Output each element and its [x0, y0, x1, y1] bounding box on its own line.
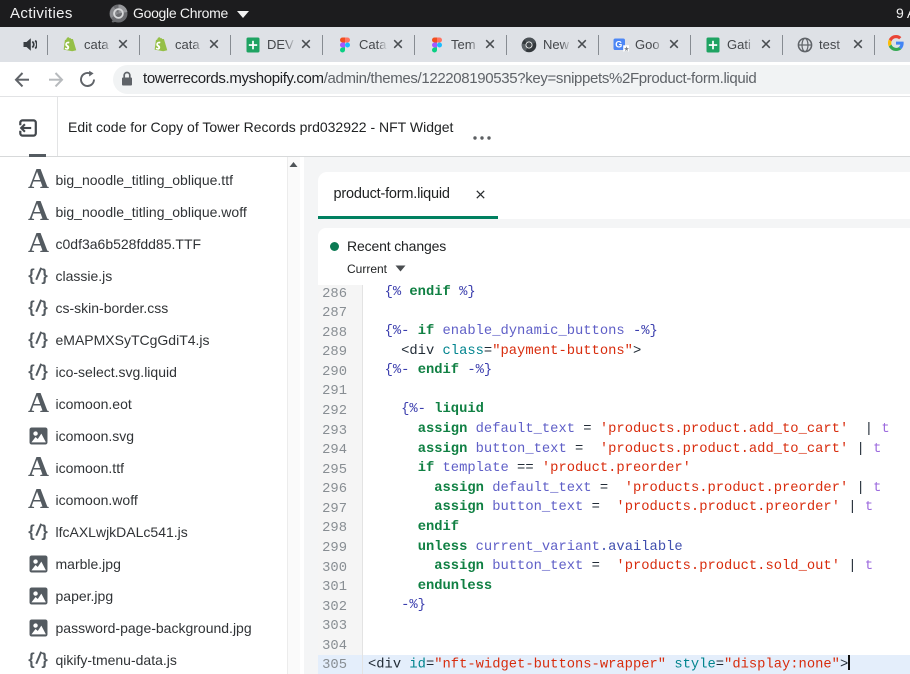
svg-text:G: G — [615, 40, 622, 50]
svg-text:}: } — [41, 651, 48, 669]
svg-text:{: { — [28, 523, 35, 541]
svg-text:{: { — [28, 267, 35, 285]
svg-text:}: } — [41, 523, 48, 541]
svg-text:{: { — [28, 651, 35, 669]
svg-text:{: { — [28, 331, 35, 349]
svg-text:★: ★ — [624, 45, 629, 53]
svg-text:}: } — [41, 267, 48, 285]
svg-text:}: } — [41, 331, 48, 349]
svg-text:{: { — [28, 363, 35, 381]
svg-text:}: } — [41, 363, 48, 381]
svg-text:{: { — [28, 299, 35, 317]
svg-text:}: } — [41, 299, 48, 317]
